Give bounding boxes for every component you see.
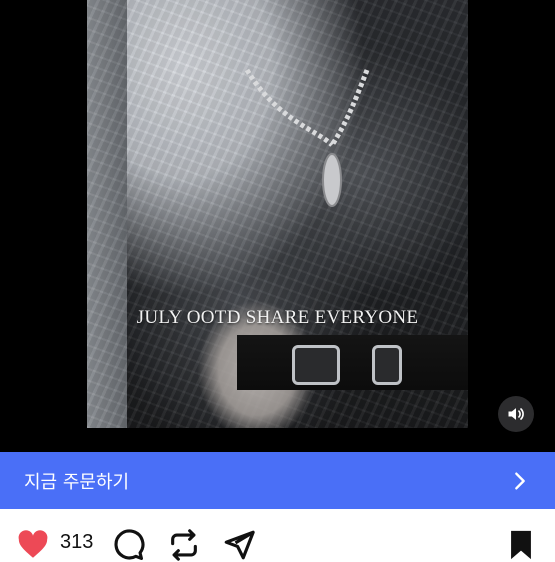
heart-icon[interactable] — [16, 528, 50, 562]
video-caption: JULY OOTD SHARE EVERYONE — [136, 307, 419, 328]
order-now-button[interactable]: 지금 주문하기 — [0, 452, 555, 509]
sound-toggle-button[interactable] — [498, 396, 534, 432]
speaker-volume-icon — [508, 408, 524, 420]
post-action-bar: 313 — [0, 520, 555, 561]
belt-graphic — [237, 335, 468, 390]
necklace-graphic — [244, 68, 370, 207]
share-icon[interactable] — [222, 528, 256, 562]
belt-keeper-graphic — [372, 345, 402, 385]
bookmark-icon[interactable] — [504, 528, 538, 562]
like-count[interactable]: 313 — [60, 531, 93, 554]
repost-icon[interactable] — [167, 528, 201, 562]
chevron-right-icon — [515, 471, 525, 490]
belt-buckle-graphic — [292, 345, 340, 385]
video-frame[interactable]: JULY OOTD SHARE EVERYONE — [87, 0, 468, 428]
video-player[interactable]: JULY OOTD SHARE EVERYONE — [0, 0, 555, 452]
order-now-label: 지금 주문하기 — [24, 471, 130, 493]
comment-icon[interactable] — [111, 528, 145, 562]
